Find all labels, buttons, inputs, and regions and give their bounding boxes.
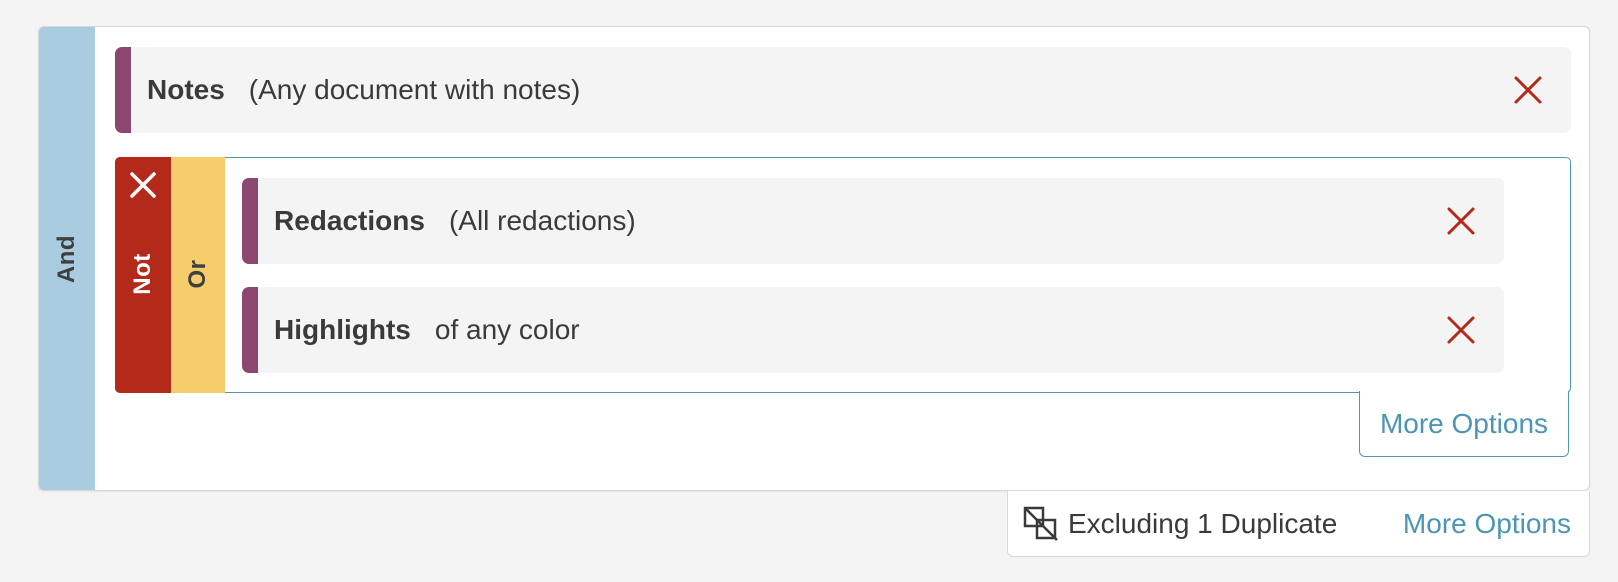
- close-icon[interactable]: [128, 170, 158, 200]
- close-icon[interactable]: [1513, 75, 1543, 105]
- and-label: And: [53, 234, 80, 283]
- not-operator-bar[interactable]: Not: [115, 157, 171, 393]
- notes-condition[interactable]: Notes (Any document with notes): [115, 47, 1571, 133]
- not-label: Not: [129, 253, 156, 295]
- close-icon[interactable]: [1446, 206, 1476, 236]
- condition-accent: [115, 47, 131, 133]
- condition-accent: [242, 287, 258, 373]
- duplicate-status: Excluding 1 Duplicate: [1068, 507, 1338, 539]
- condition-description-notes: (Any document with notes): [248, 74, 581, 105]
- not-or-group: Not Or Redactions (All redactions) Highl…: [115, 157, 1571, 393]
- condition-accent: [242, 178, 258, 264]
- condition-description-redactions: (All redactions): [448, 205, 636, 236]
- footer-more-options-link[interactable]: More Options: [1403, 508, 1571, 540]
- or-label: Or: [184, 259, 211, 289]
- exclude-duplicates-icon: [1023, 506, 1058, 541]
- condition-field-redactions: Redactions: [274, 205, 425, 236]
- close-icon[interactable]: [1446, 315, 1476, 345]
- group-more-options-button[interactable]: More Options: [1359, 391, 1569, 457]
- condition-description-highlights: of any color: [434, 314, 580, 345]
- condition-field-highlights: Highlights: [274, 314, 411, 345]
- highlights-condition[interactable]: Highlights of any color: [242, 287, 1504, 373]
- and-group: And Notes (Any document with notes) Not …: [38, 26, 1590, 491]
- redactions-condition[interactable]: Redactions (All redactions): [242, 178, 1504, 264]
- or-operator-bar[interactable]: Or: [171, 157, 225, 393]
- condition-field-notes: Notes: [147, 74, 225, 105]
- and-operator-bar[interactable]: And: [39, 27, 95, 490]
- search-footer: Excluding 1 Duplicate More Options: [1007, 491, 1590, 557]
